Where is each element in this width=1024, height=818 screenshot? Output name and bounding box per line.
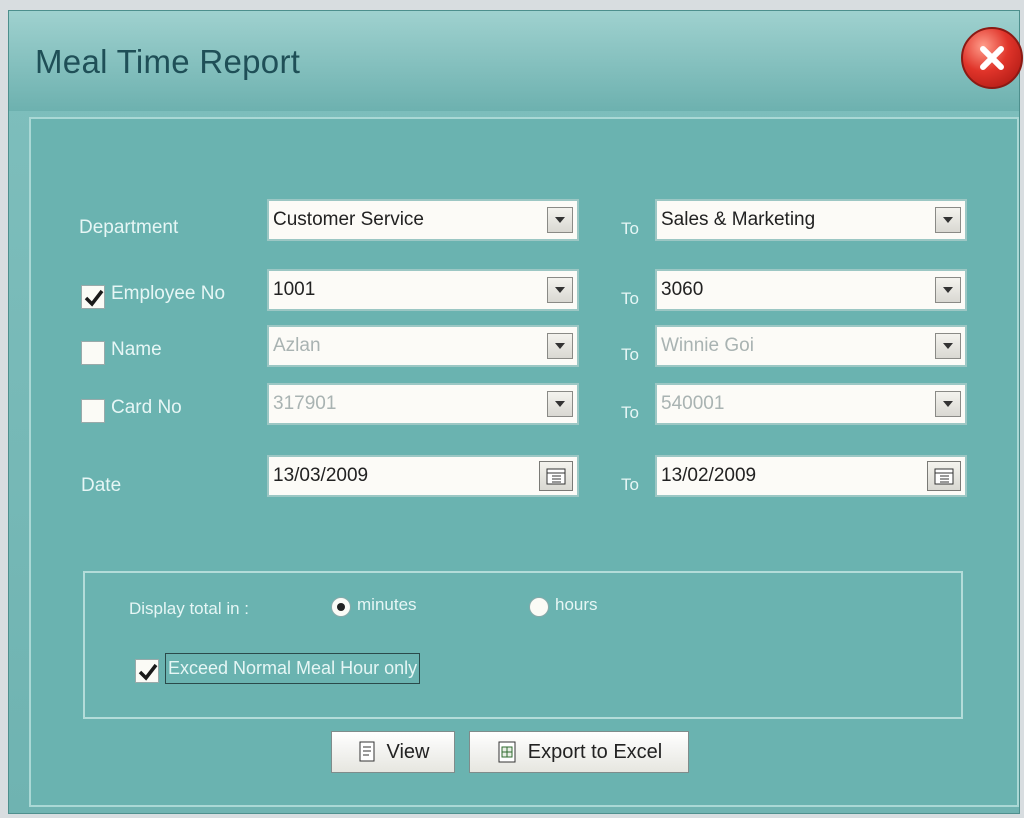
department-from-value: Customer Service [273,209,424,230]
date-from-value: 13/03/2009 [273,465,369,486]
name-label: Name [111,339,162,360]
department-to-select[interactable]: Sales & Marketing [655,199,967,241]
date-to-field[interactable]: 13/02/2009 [655,455,967,497]
exceed-label[interactable]: Exceed Normal Meal Hour only [165,653,421,684]
date-label: Date [81,475,122,496]
options-group: Display total in : minutes hours Exceed … [83,571,963,719]
chevron-down-icon[interactable] [935,277,961,303]
chevron-down-icon[interactable] [547,391,573,417]
meal-time-report-window: Meal Time Report Department Customer Ser… [8,10,1023,814]
department-from-select[interactable]: Customer Service [267,199,579,241]
chevron-down-icon[interactable] [547,207,573,233]
exceed-checkbox[interactable] [135,659,159,683]
card-no-label: Card No [111,397,182,418]
department-to-label: To [621,219,639,238]
title-bar: Meal Time Report [9,11,1023,111]
name-from-select[interactable]: Azlan [267,325,579,367]
card-no-checkbox[interactable] [81,399,105,423]
employee-no-checkbox[interactable] [81,285,105,309]
card-no-to-select[interactable]: 540001 [655,383,967,425]
minutes-label: minutes [357,595,417,614]
view-button-label: View [386,740,430,763]
employee-no-to-select[interactable]: 3060 [655,269,967,311]
display-total-label: Display total in : [129,599,249,618]
department-to-value: Sales & Marketing [661,209,816,230]
checkmark-icon [138,663,158,681]
chevron-down-icon[interactable] [935,391,961,417]
employee-no-to-value: 3060 [661,279,704,300]
card-no-from-select[interactable]: 317901 [267,383,579,425]
employee-no-from-select[interactable]: 1001 [267,269,579,311]
name-to-label: To [621,345,639,364]
name-to-value: Winnie Goi [661,335,754,356]
card-no-to-value: 540001 [661,393,725,414]
window-title: Meal Time Report [35,43,301,80]
close-button[interactable] [961,27,1023,89]
export-excel-button[interactable]: Export to Excel [469,731,689,773]
view-button[interactable]: View [331,731,455,773]
employee-no-from-value: 1001 [273,279,316,300]
checkmark-icon [84,289,104,307]
name-to-select[interactable]: Winnie Goi [655,325,967,367]
chevron-down-icon[interactable] [547,333,573,359]
calendar-icon[interactable] [927,461,961,491]
calendar-icon[interactable] [539,461,573,491]
card-no-from-value: 317901 [273,393,337,414]
employee-no-label: Employee No [111,283,226,304]
hours-label: hours [555,595,598,614]
minutes-radio[interactable] [331,597,351,617]
date-from-field[interactable]: 13/03/2009 [267,455,579,497]
department-label: Department [79,217,179,238]
card-no-to-label: To [621,403,639,422]
radio-dot-icon [337,603,345,611]
date-to-label: To [621,475,639,494]
chevron-down-icon[interactable] [935,333,961,359]
document-icon [359,741,374,762]
date-to-value: 13/02/2009 [661,465,757,486]
name-checkbox[interactable] [81,341,105,365]
excel-icon [498,741,516,763]
export-button-label: Export to Excel [527,740,663,763]
chevron-down-icon[interactable] [935,207,961,233]
employee-no-to-label: To [621,289,639,308]
close-icon [980,46,1004,70]
name-from-value: Azlan [273,335,321,356]
chevron-down-icon[interactable] [547,277,573,303]
hours-radio[interactable] [529,597,549,617]
